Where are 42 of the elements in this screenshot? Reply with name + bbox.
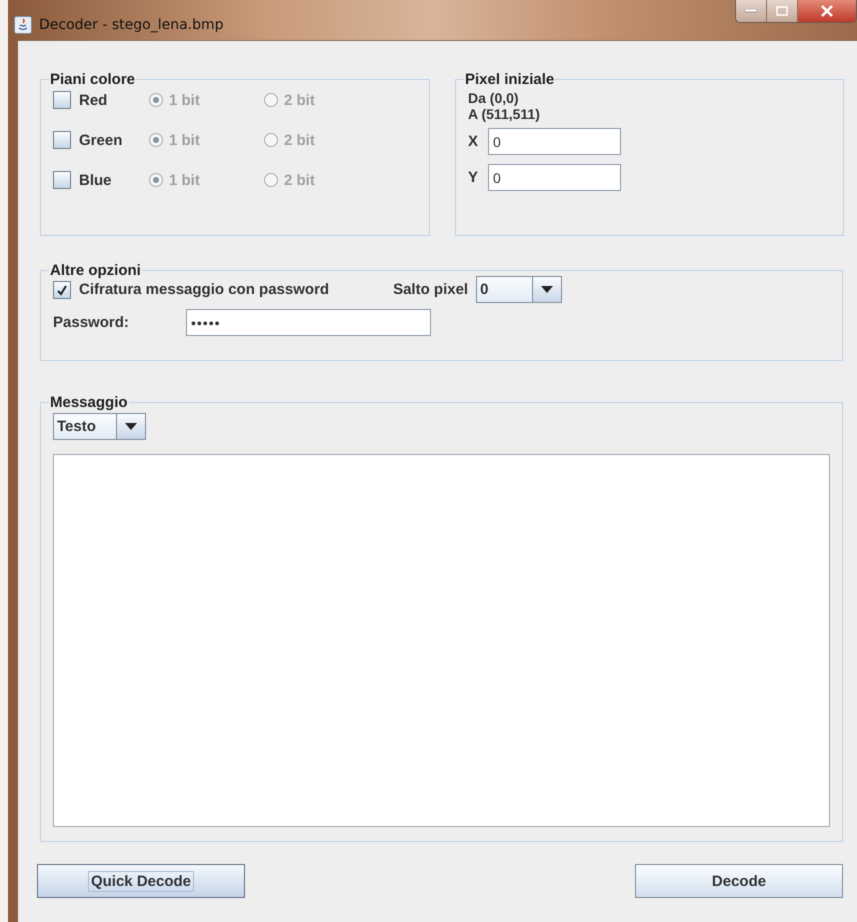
action-button[interactable]: Quick Decode [37, 864, 245, 898]
check-icon [56, 284, 68, 296]
radio-label: 1 bit [169, 172, 200, 188]
radio-label: 2 bit [284, 132, 315, 148]
input-field[interactable]: 0 [488, 128, 621, 155]
app-icon [14, 16, 32, 34]
group-title: Altre opzioni [49, 262, 142, 279]
field-label: Salto pixel [393, 281, 468, 298]
input-field[interactable]: 0 [488, 164, 621, 191]
field-label: Password: [53, 314, 130, 331]
radio-label: 2 bit [284, 172, 315, 188]
radio-label: 1 bit [169, 132, 200, 148]
checkbox-label: Green [79, 132, 124, 148]
caret-icon [541, 286, 554, 293]
checkbox[interactable] [53, 91, 71, 109]
radio-label: 1 bit [169, 92, 200, 108]
range-text: Da (0,0) [468, 90, 520, 106]
radio-label: 2 bit [284, 92, 315, 108]
checkbox-label: Red [79, 92, 108, 108]
checkbox[interactable] [53, 280, 71, 298]
group-title: Pixel iniziale [464, 71, 556, 88]
maximize-icon [776, 6, 788, 16]
dropdown[interactable]: 0 [476, 276, 562, 303]
caret-icon [125, 423, 138, 430]
close-button[interactable] [798, 0, 856, 22]
checkbox-label: Cifratura messaggio con password [79, 281, 330, 298]
minimize-icon [745, 9, 757, 13]
range-text: A (511,511) [468, 106, 541, 122]
group-title: Piani colore [49, 71, 136, 88]
password-field[interactable]: ••••• [186, 309, 431, 336]
minimize-button[interactable] [736, 0, 767, 22]
field-label: Y [468, 169, 480, 186]
dropdown[interactable]: Testo [53, 413, 146, 440]
field-label: X [468, 133, 480, 150]
close-icon [820, 5, 834, 17]
action-button[interactable]: Decode [635, 864, 843, 898]
checkbox-label: Blue [79, 172, 113, 188]
window-title: Decoder - stego_lena.bmp [39, 17, 224, 33]
group-title: Messaggio [49, 394, 129, 411]
checkbox[interactable] [53, 131, 71, 149]
checkbox[interactable] [53, 171, 71, 189]
maximize-button[interactable] [767, 0, 798, 22]
